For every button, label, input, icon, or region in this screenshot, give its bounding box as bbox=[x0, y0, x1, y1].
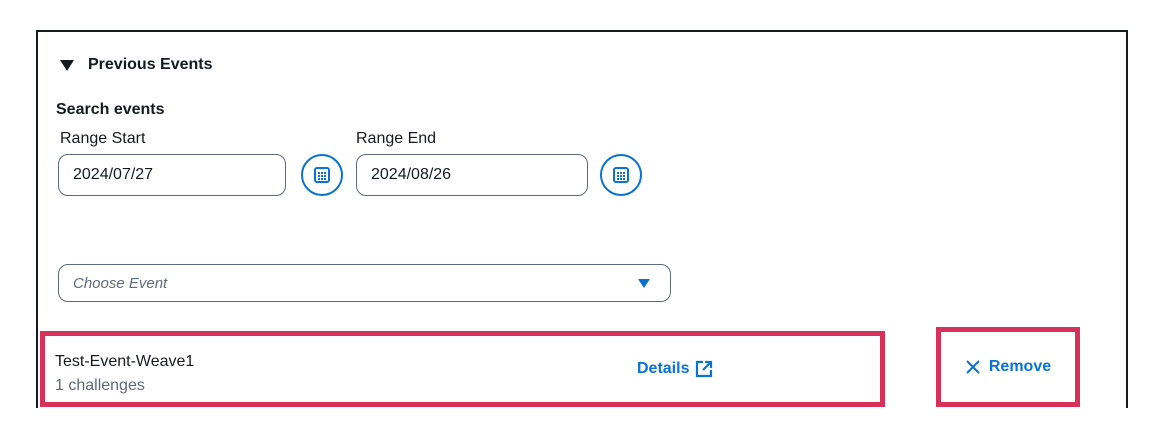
details-label: Details bbox=[637, 360, 690, 377]
caret-down-icon bbox=[60, 59, 74, 71]
details-link[interactable]: Details bbox=[637, 360, 713, 378]
section-title: Previous Events bbox=[88, 56, 213, 73]
choose-event-placeholder: Choose Event bbox=[73, 274, 168, 292]
event-challenge-count: 1 challenges bbox=[55, 377, 145, 394]
remove-button[interactable]: Remove bbox=[965, 358, 1051, 376]
remove-label: Remove bbox=[988, 358, 1052, 375]
external-link-icon bbox=[696, 360, 713, 378]
range-start-value: 2024/07/27 bbox=[73, 166, 154, 183]
previous-events-header[interactable]: Previous Events bbox=[60, 56, 213, 74]
dropdown-caret-icon bbox=[638, 279, 650, 288]
range-end-calendar-button[interactable] bbox=[600, 154, 642, 196]
event-row: Test-Event-Weave1 1 challenges Details bbox=[40, 331, 885, 407]
calendar-icon bbox=[613, 167, 629, 183]
choose-event-select[interactable]: Choose Event bbox=[58, 264, 671, 302]
range-start-calendar-button[interactable] bbox=[301, 154, 343, 196]
remove-highlight: Remove bbox=[936, 327, 1080, 407]
range-start-input[interactable]: 2024/07/27 bbox=[58, 154, 286, 196]
range-end-value: 2024/08/26 bbox=[371, 166, 452, 183]
calendar-icon bbox=[314, 167, 330, 183]
close-icon bbox=[966, 360, 980, 374]
range-start-label: Range Start bbox=[60, 130, 146, 147]
range-end-input[interactable]: 2024/08/26 bbox=[356, 154, 588, 196]
previous-events-panel: Previous Events Search events Range Star… bbox=[36, 30, 1128, 408]
event-name: Test-Event-Weave1 bbox=[55, 353, 195, 370]
range-end-label: Range End bbox=[356, 130, 437, 147]
search-events-label: Search events bbox=[56, 101, 165, 118]
